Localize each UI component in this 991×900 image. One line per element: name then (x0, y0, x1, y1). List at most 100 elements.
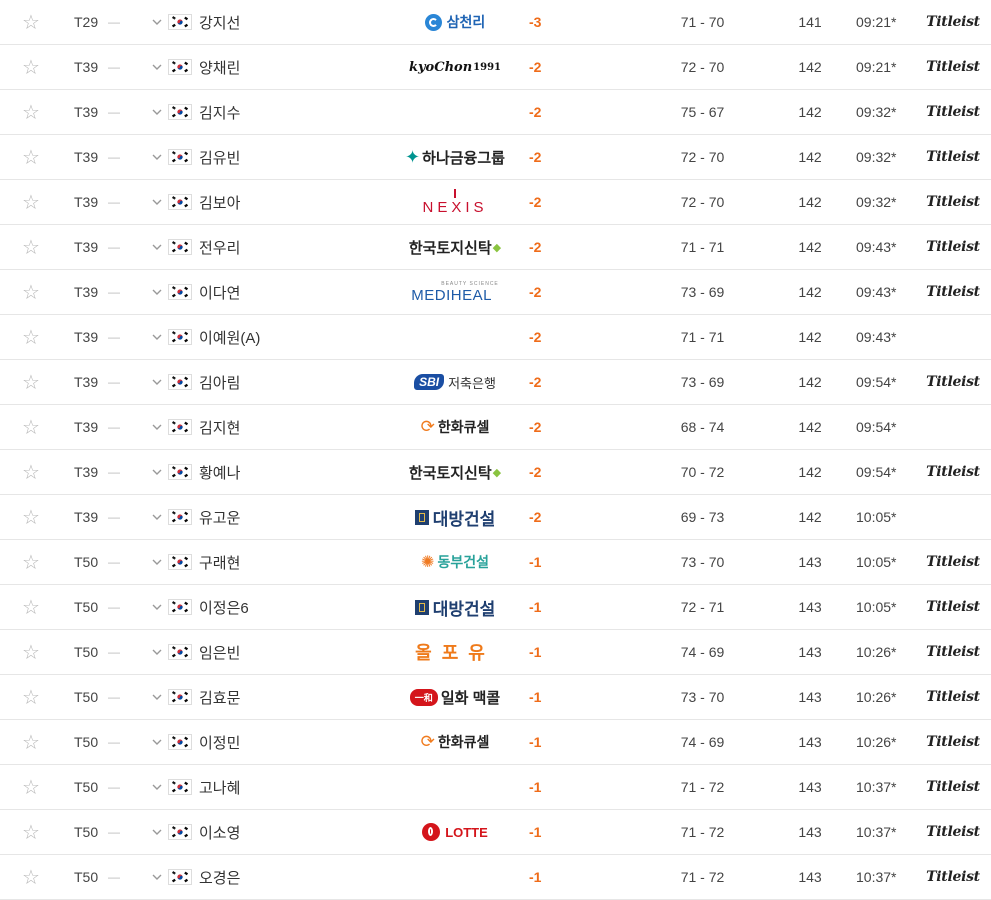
player-name-link[interactable]: 강지선 (199, 0, 240, 44)
round-scores: 74 - 69 (680, 734, 725, 750)
player-name-link[interactable]: 이소영 (199, 810, 240, 854)
kt-mark-icon: ◆ (492, 466, 502, 479)
sponsor-logo: ✦ 하나금융그룹 (395, 135, 515, 179)
rank-position: T39 (74, 284, 99, 300)
favorite-star-icon[interactable]: ☆ (20, 585, 42, 629)
hana-mark-icon: ✦ (405, 146, 421, 167)
round-scores: 72 - 70 (680, 59, 725, 75)
player-name-link[interactable]: 김유빈 (199, 135, 240, 179)
player-name-link[interactable]: 김지수 (199, 90, 240, 134)
chevron-down-icon[interactable] (150, 405, 164, 449)
chevron-down-icon[interactable] (150, 855, 164, 899)
player-name-link[interactable]: 황예나 (199, 450, 240, 494)
chevron-down-icon[interactable] (150, 495, 164, 539)
player-name-link[interactable]: 오경은 (199, 855, 240, 899)
total-to-par: -2 (529, 284, 542, 300)
total-strokes: 143 (798, 734, 822, 750)
tee-time: 09:32* (856, 104, 897, 120)
player-name-link[interactable]: 김효문 (199, 675, 240, 719)
tee-time: 09:43* (856, 329, 897, 345)
favorite-star-icon[interactable]: ☆ (20, 0, 42, 44)
chevron-down-icon[interactable] (150, 585, 164, 629)
player-name-link[interactable]: 김보아 (199, 180, 240, 224)
korea-flag-icon (168, 720, 192, 764)
favorite-star-icon[interactable]: ☆ (20, 90, 42, 134)
chevron-down-icon[interactable] (150, 90, 164, 134)
player-name-link[interactable]: 김아림 (199, 360, 240, 404)
player-name-link[interactable]: 고나혜 (199, 765, 240, 809)
titleist-logo: Titleist (926, 464, 980, 480)
table-row: ☆ T50 — 임은빈 올포유 -1 74 - 69 143 10:26* Ti… (0, 630, 991, 675)
round-scores: 73 - 70 (680, 689, 725, 705)
chevron-down-icon[interactable] (150, 720, 164, 764)
chevron-down-icon[interactable] (150, 675, 164, 719)
sponsor-name-text: 하나금융그룹 (422, 149, 505, 167)
chevron-down-icon[interactable] (150, 630, 164, 674)
player-name-link[interactable]: 김지현 (199, 405, 240, 449)
favorite-star-icon[interactable]: ☆ (20, 630, 42, 674)
favorite-star-icon[interactable]: ☆ (20, 360, 42, 404)
player-name-link[interactable]: 유고운 (199, 495, 240, 539)
chevron-down-icon[interactable] (150, 135, 164, 179)
chevron-down-icon[interactable] (150, 360, 164, 404)
chevron-down-icon[interactable] (150, 315, 164, 359)
favorite-star-icon[interactable]: ☆ (20, 135, 42, 179)
total-to-par: -2 (529, 329, 542, 345)
tee-time: 10:37* (856, 779, 897, 795)
player-name-link[interactable]: 양채린 (199, 45, 240, 89)
round-scores: 72 - 70 (680, 194, 725, 210)
chevron-down-icon[interactable] (150, 765, 164, 809)
kt-logo: 한국토지신탁 ◆ (409, 462, 501, 483)
favorite-star-icon[interactable]: ☆ (20, 225, 42, 269)
player-name-link[interactable]: 이다연 (199, 270, 240, 314)
favorite-star-icon[interactable]: ☆ (20, 810, 42, 854)
favorite-star-icon[interactable]: ☆ (20, 450, 42, 494)
rank-position: T39 (74, 59, 99, 75)
chevron-down-icon[interactable] (150, 540, 164, 584)
sbi-mark-icon: SBI (414, 374, 445, 390)
mediheal-logo: BEAUTY SCIENCE MEDIHEAL (411, 281, 499, 304)
chevron-down-icon[interactable] (150, 225, 164, 269)
hana-logo: ✦ 하나금융그룹 (405, 147, 505, 168)
sponsor-name-text: LOTTE (445, 824, 488, 840)
samchully-logo: 삼천리 (424, 12, 485, 32)
sponsor-logo: ⟳ 한화큐셀 (395, 720, 515, 764)
korea-flag-icon (168, 540, 192, 584)
player-name-link[interactable]: 이예원(A) (199, 315, 260, 359)
rank-position: T50 (74, 644, 99, 660)
rank-position: T50 (74, 734, 99, 750)
tee-time: 10:05* (856, 554, 897, 570)
chevron-down-icon[interactable] (150, 180, 164, 224)
table-row: ☆ T50 — 고나혜 -1 71 - 72 143 10:37* Titlei… (0, 765, 991, 810)
favorite-star-icon[interactable]: ☆ (20, 495, 42, 539)
player-name-link[interactable]: 이정민 (199, 720, 240, 764)
favorite-star-icon[interactable]: ☆ (20, 855, 42, 899)
chevron-down-icon[interactable] (150, 270, 164, 314)
rank-change: — (108, 150, 120, 164)
player-name-link[interactable]: 전우리 (199, 225, 240, 269)
chevron-down-icon[interactable] (150, 45, 164, 89)
favorite-star-icon[interactable]: ☆ (20, 315, 42, 359)
round-scores: 71 - 72 (680, 779, 725, 795)
player-name-link[interactable]: 이정은6 (199, 585, 249, 629)
chevron-down-icon[interactable] (150, 810, 164, 854)
favorite-star-icon[interactable]: ☆ (20, 270, 42, 314)
chevron-down-icon[interactable] (150, 450, 164, 494)
favorite-star-icon[interactable]: ☆ (20, 540, 42, 584)
favorite-star-icon[interactable]: ☆ (20, 765, 42, 809)
favorite-star-icon[interactable]: ☆ (20, 45, 42, 89)
favorite-star-icon[interactable]: ☆ (20, 720, 42, 764)
favorite-star-icon[interactable]: ☆ (20, 180, 42, 224)
favorite-star-icon[interactable]: ☆ (20, 675, 42, 719)
player-name-link[interactable]: 구래현 (199, 540, 240, 584)
korea-flag-icon (168, 270, 192, 314)
rank-position: T50 (74, 689, 99, 705)
favorite-star-icon[interactable]: ☆ (20, 405, 42, 449)
total-to-par: -1 (529, 824, 542, 840)
table-row: ☆ T50 — 이정민 ⟳ 한화큐셀 -1 74 - 69 143 10:26*… (0, 720, 991, 765)
tee-time: 10:37* (856, 824, 897, 840)
daebang-logo: 대방건설 (414, 505, 495, 530)
tee-time: 09:32* (856, 149, 897, 165)
player-name-link[interactable]: 임은빈 (199, 630, 240, 674)
chevron-down-icon[interactable] (150, 0, 164, 44)
